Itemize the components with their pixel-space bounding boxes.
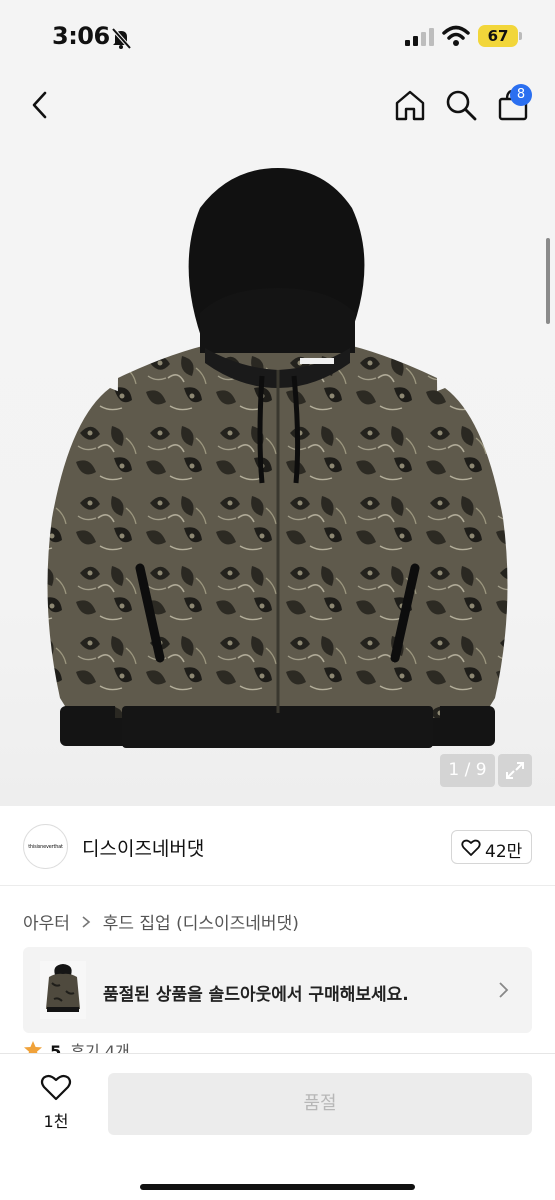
- bell-off-icon: [111, 27, 132, 49]
- home-indicator: [140, 1184, 415, 1190]
- brand-like-button[interactable]: 42만: [451, 830, 532, 864]
- status-bar: 3:06 67: [0, 0, 555, 72]
- expand-icon: [506, 762, 524, 779]
- scrollbar[interactable]: [546, 238, 550, 324]
- buy-button[interactable]: 품절: [108, 1073, 532, 1135]
- product-thumbnail: [40, 961, 86, 1019]
- brand-row[interactable]: thisisneverthat 디스이즈네버댓 42만: [0, 806, 555, 886]
- soldout-message: 품절된 상품을 솔드아웃에서 구매해보세요.: [103, 985, 409, 1005]
- brand-logo[interactable]: thisisneverthat: [23, 824, 68, 869]
- bottom-action-bar: 1천 품절: [0, 1053, 555, 1200]
- battery-nub: [519, 32, 522, 40]
- nav-bar: 8: [0, 72, 555, 138]
- heart-icon: [461, 839, 481, 856]
- cart-badge: 8: [510, 84, 532, 106]
- brand-like-count: 42만: [485, 842, 523, 862]
- breadcrumb: 아우터 후드 집업 (디스이즈네버댓): [23, 909, 299, 934]
- product-image[interactable]: [0, 138, 555, 806]
- image-counter: 1 / 9: [440, 754, 495, 787]
- breadcrumb-category[interactable]: 아우터: [23, 909, 70, 934]
- status-time: 3:06: [52, 22, 110, 50]
- brand-name[interactable]: 디스이즈네버댓: [82, 834, 204, 861]
- chevron-right-icon: [499, 982, 509, 998]
- wishlist-count: 1천: [43, 1112, 69, 1131]
- search-icon[interactable]: [444, 88, 478, 122]
- battery-indicator: 67: [478, 25, 518, 47]
- chevron-right-icon: [82, 915, 91, 928]
- expand-button[interactable]: [498, 754, 532, 787]
- wishlist-heart-icon[interactable]: [40, 1074, 72, 1102]
- home-icon[interactable]: [393, 88, 427, 122]
- wifi-icon: [442, 25, 470, 46]
- jacket-image: [47, 168, 508, 748]
- soldout-banner[interactable]: 품절된 상품을 솔드아웃에서 구매해보세요.: [23, 947, 532, 1033]
- signal-icon: [405, 28, 434, 46]
- back-icon[interactable]: [28, 90, 52, 120]
- breadcrumb-subcategory[interactable]: 후드 집업 (디스이즈네버댓): [103, 909, 299, 934]
